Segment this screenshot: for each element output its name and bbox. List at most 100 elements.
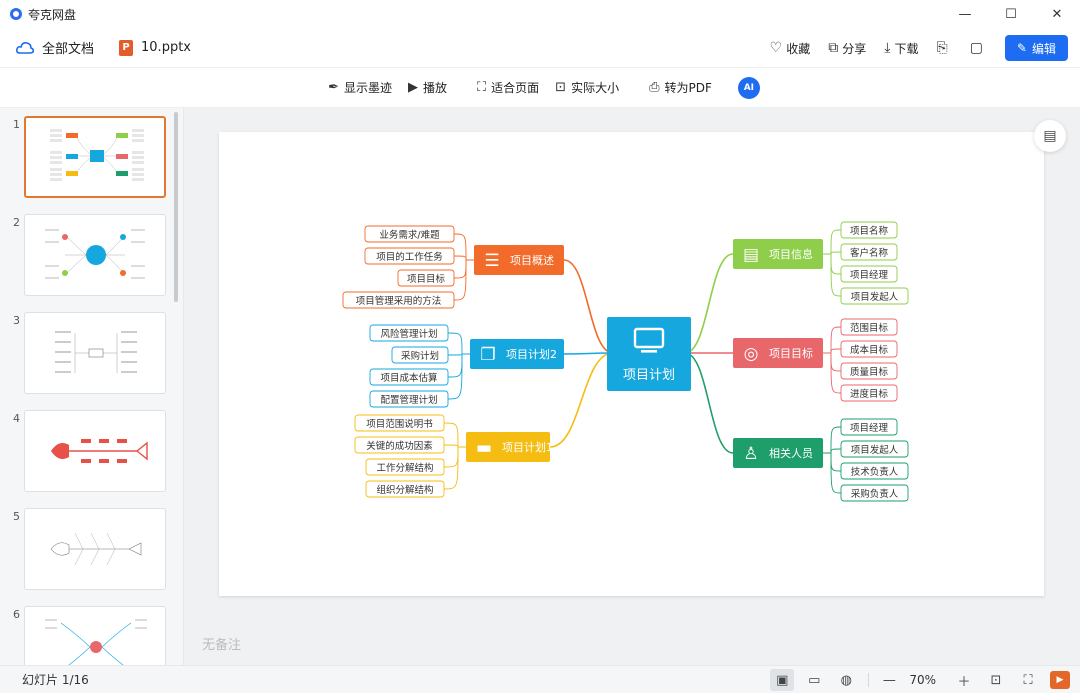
play-button[interactable]: ▶ 播放 <box>408 79 447 96</box>
all-docs-link[interactable]: 全部文档 <box>42 38 94 57</box>
fit-page-icon: ⛶ <box>477 80 487 95</box>
slide-thumbnail[interactable] <box>24 410 166 492</box>
pen-icon: ✒ <box>328 80 340 95</box>
web-view-button[interactable]: ◍ <box>834 669 858 691</box>
leaf-label: 采购计划 <box>401 350 439 362</box>
leaf-label: 工作分解结构 <box>376 462 433 474</box>
fullscreen-button[interactable]: ⛶ <box>1016 669 1040 691</box>
viewer-toolbar: ✒ 显示墨迹 ▶ 播放 ⛶ 适合页面 ⊡ 实际大小 ⎙ 转为PDF AI <box>0 68 1080 108</box>
close-button[interactable]: ✕ <box>1034 0 1080 28</box>
thumbnail-item[interactable]: 1 <box>0 116 183 200</box>
slide-thumbnail[interactable] <box>24 508 166 590</box>
leaf-label: 技术负责人 <box>851 466 899 478</box>
notes-view-button[interactable]: ▭ <box>802 669 826 691</box>
leaf-link <box>447 353 470 378</box>
leaf-label: 采购负责人 <box>851 488 899 500</box>
play-icon: ▶ <box>1056 675 1064 685</box>
leaf-label: 项目经理 <box>850 269 889 281</box>
play-circle-icon: ▶ <box>408 80 419 95</box>
leaf-link <box>443 446 466 490</box>
branch-plan2: ❐ 项目计划2 风险管理计划采购计划项目成本估算配置管理计划 <box>369 324 614 408</box>
share-button[interactable]: ⧉ 分享 <box>828 40 866 57</box>
leaf-link <box>823 352 842 372</box>
edit-button[interactable]: ✎ 编辑 <box>1004 35 1068 61</box>
convert-pdf-button[interactable]: ⎙ 转为PDF <box>649 79 712 96</box>
export-button[interactable]: ⎘ <box>936 40 951 56</box>
export-icon: ⎘ <box>936 40 948 56</box>
download-icon: ⤓ <box>884 40 891 56</box>
center-node: 项目计划 <box>607 317 691 391</box>
leaf-label: 范围目标 <box>850 322 889 334</box>
leaf-label: 项目的工作任务 <box>376 251 443 263</box>
leaf-label: 项目范围说明书 <box>366 418 433 430</box>
mindmap: ☰ 项目概述业务需求/难题项目的工作任务项目目标项目管理采用的方法❐ 项目计划2风险… <box>342 221 909 502</box>
leaf-label: 客户名称 <box>850 247 889 259</box>
branch-link <box>563 352 614 355</box>
pencil-icon: ✎ <box>1016 41 1027 55</box>
leaf-label: 质量目标 <box>850 366 889 378</box>
status-bar: 幻灯片 1/16 ▣ ▭ ◍ — 70% ＋ ⊡ ⛶ ▶ <box>0 665 1080 693</box>
zoom-out-button[interactable]: — <box>877 669 901 691</box>
leaf-link <box>453 255 474 261</box>
thumbnail-item[interactable]: 5 <box>0 508 183 592</box>
leaf-label: 风险管理计划 <box>380 328 437 340</box>
branch-icon: ▬ <box>476 438 492 458</box>
branch-label: 项目计划2 <box>506 348 557 361</box>
document-bar: 全部文档 P 10.pptx ♡ 收藏 ⧉ 分享 ⤓ 下载 ⎘ ▢ ✎ 编辑 <box>0 28 1080 68</box>
leaf-label: 项目经理 <box>850 422 889 434</box>
slide-thumbnail[interactable] <box>24 116 166 198</box>
leaf-link <box>823 253 842 297</box>
thumbnail-scrollbar[interactable] <box>174 112 178 302</box>
show-ink-button[interactable]: ✒ 显示墨迹 <box>328 79 392 96</box>
leaf-label: 项目名称 <box>850 225 889 237</box>
leaf-link <box>823 452 842 472</box>
slideshow-button[interactable]: ▶ <box>1050 671 1070 689</box>
leaf-link <box>823 452 842 494</box>
leaf-label: 关键的成功因素 <box>366 440 433 452</box>
actual-size-button[interactable]: ⊡ 实际大小 <box>555 79 619 96</box>
leaf-link <box>823 448 842 454</box>
download-button[interactable]: ⤓ 下载 <box>884 40 918 57</box>
slide-thumbnail[interactable] <box>24 312 166 394</box>
branch-label: 项目目标 <box>769 346 813 360</box>
leaf-label: 项目发起人 <box>851 291 899 303</box>
thumbnail-item[interactable]: 2 <box>0 214 183 298</box>
heart-icon: ♡ <box>769 40 783 56</box>
leaf-link <box>453 259 474 301</box>
branch-label: 相关人员 <box>769 446 813 460</box>
branch-label: 项目概述 <box>510 254 554 267</box>
slide-thumbnail[interactable] <box>24 214 166 296</box>
fit-button[interactable]: ⊡ <box>984 669 1008 691</box>
title-bar: 夸克网盘 — ☐ ✕ <box>0 0 1080 28</box>
favorite-button[interactable]: ♡ 收藏 <box>770 40 811 57</box>
minimize-button[interactable]: — <box>942 0 988 28</box>
center-label: 项目计划 <box>623 368 675 383</box>
app-title: 夸克网盘 <box>28 7 77 22</box>
slide-thumbnails-panel: 1 2 3 4 5 6 <box>0 108 184 665</box>
branch-link <box>563 259 614 354</box>
leaf-label: 组织分解结构 <box>376 484 433 496</box>
leaf-link <box>823 348 842 354</box>
floating-tool-button[interactable]: ▤ <box>1034 120 1066 152</box>
branch-goal: ◎ 项目目标 范围目标成本目标质量目标进度目标 <box>685 318 898 402</box>
feedback-button[interactable]: ▢ <box>970 40 987 56</box>
zoom-in-button[interactable]: ＋ <box>952 669 976 691</box>
ai-assistant-button[interactable]: AI <box>737 76 760 99</box>
fit-page-button[interactable]: ⛶ 适合页面 <box>477 79 539 96</box>
thumbnail-item[interactable]: 4 <box>0 410 183 494</box>
fullscreen-icon: ⛶ <box>1023 672 1033 688</box>
layout-icon: ▤ <box>1043 128 1057 144</box>
quark-logo-icon <box>10 8 22 20</box>
slide-thumbnail[interactable] <box>24 606 166 665</box>
window-controls: — ☐ ✕ <box>942 0 1080 28</box>
thumbnail-item[interactable]: 6 <box>0 606 183 665</box>
thumbnail-item[interactable]: 3 <box>0 312 183 396</box>
slide-view-icon: ▣ <box>776 672 789 688</box>
leaf-label: 项目目标 <box>407 273 446 285</box>
minus-icon: — <box>882 672 896 688</box>
leaf-link <box>447 353 470 400</box>
doc-actions: ♡ 收藏 ⧉ 分享 ⤓ 下载 ⎘ ▢ ✎ 编辑 <box>752 28 1068 68</box>
file-name: 10.pptx <box>141 40 191 55</box>
maximize-button[interactable]: ☐ <box>988 0 1034 28</box>
normal-view-button[interactable]: ▣ <box>770 669 795 691</box>
